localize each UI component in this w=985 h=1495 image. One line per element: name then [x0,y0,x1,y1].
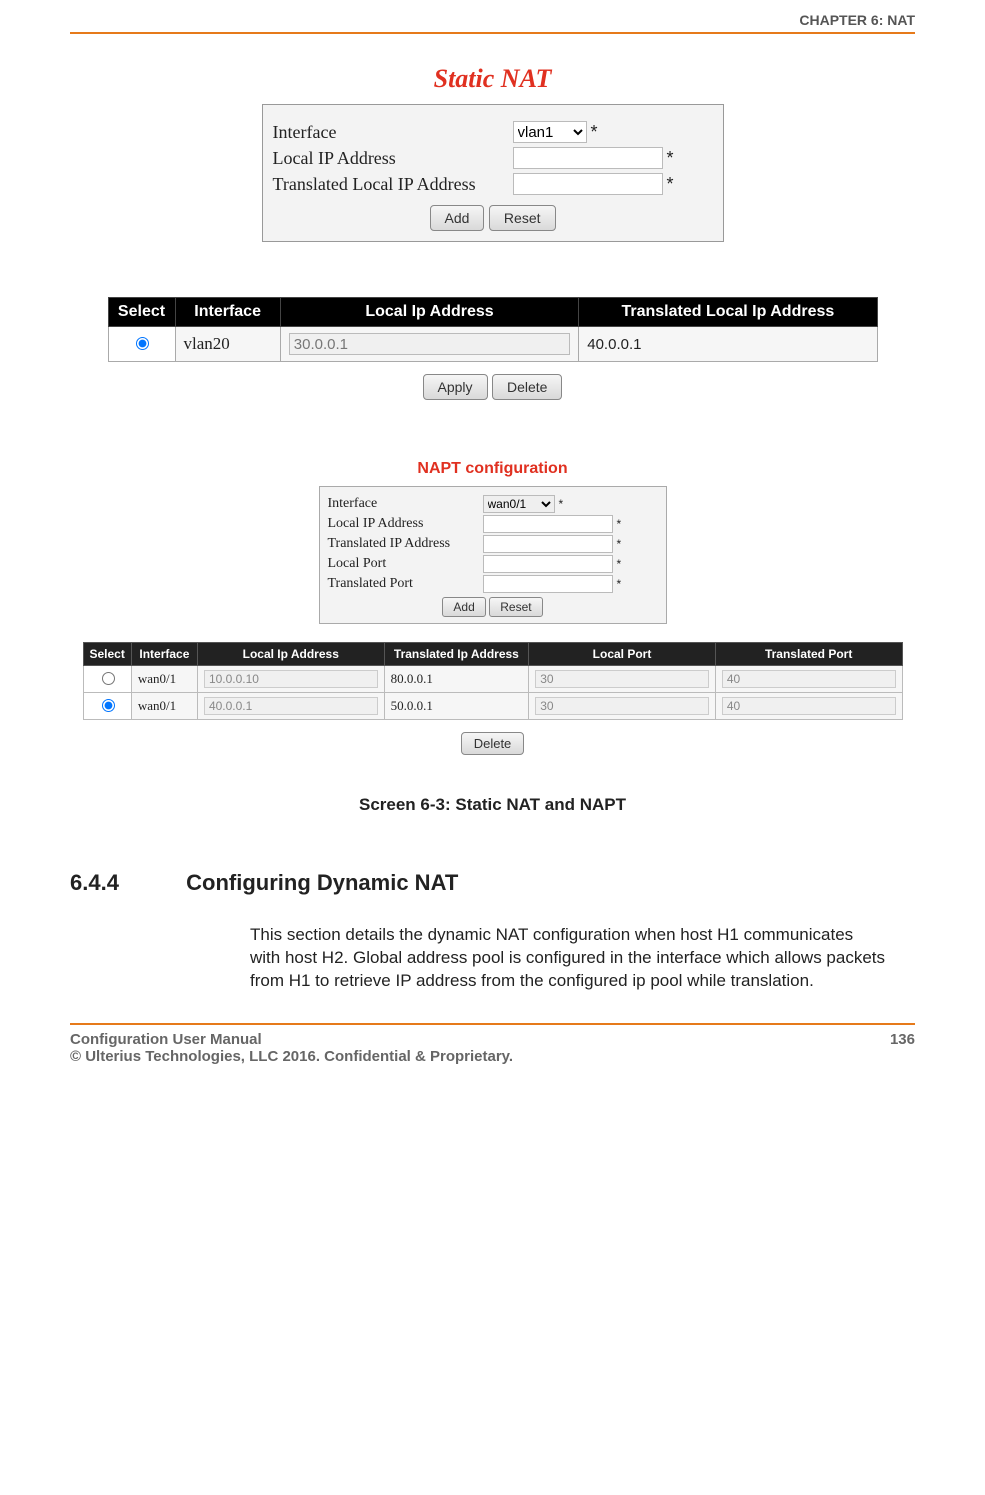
row-select-radio[interactable] [102,672,115,685]
napt-form: Interface wan0/1 * Local IP Address * Tr… [319,486,667,624]
table-row: wan0/1 50.0.0.1 [83,693,902,720]
static-nat-table: Select Interface Local Ip Address Transl… [108,297,878,362]
napt-title: NAPT configuration [70,460,915,478]
cell-interface: wan0/1 [131,693,197,720]
napt-translatedip-input[interactable] [483,535,613,553]
static-nat-title: Static NAT [70,64,915,94]
footer-title: Configuration User Manual [70,1031,513,1048]
napt-col-interface: Interface [131,643,197,666]
napt-localip-label: Local IP Address [328,516,483,532]
cell-interface: wan0/1 [131,666,197,693]
static-translatedip-input[interactable] [513,173,663,195]
static-localip-input[interactable] [513,147,663,169]
row-select-radio[interactable] [136,337,149,350]
bottom-divider [70,1023,915,1025]
napt-reset-button[interactable]: Reset [489,597,542,617]
cell-translatedport[interactable] [722,670,896,688]
chapter-header: CHAPTER 6: NAT [70,12,915,28]
static-interface-label: Interface [273,122,513,143]
napt-interface-select[interactable]: wan0/1 [483,495,555,513]
table-row: wan0/1 80.0.0.1 [83,666,902,693]
table-row: vlan20 40.0.0.1 [108,327,877,362]
static-col-select: Select [108,298,175,327]
cell-localip[interactable] [204,670,378,688]
top-divider [70,32,915,34]
static-translatedip-label: Translated Local IP Address [273,174,513,195]
section-body: This section details the dynamic NAT con… [250,924,885,993]
napt-delete-button[interactable]: Delete [461,732,525,755]
napt-localport-label: Local Port [328,556,483,572]
napt-translatedip-label: Translated IP Address [328,536,483,552]
footer-page-number: 136 [890,1031,915,1065]
footer-copyright: © Ulterius Technologies, LLC 2016. Confi… [70,1048,513,1065]
required-mark: * [617,557,622,571]
cell-localip[interactable] [289,333,570,355]
napt-localip-input[interactable] [483,515,613,533]
figure-caption: Screen 6-3: Static NAT and NAPT [70,795,915,815]
napt-col-translatedport: Translated Port [715,643,902,666]
napt-col-translatedip: Translated Ip Address [384,643,529,666]
section-title: Configuring Dynamic NAT [186,870,458,895]
static-col-interface: Interface [175,298,280,327]
static-col-localip: Local Ip Address [280,298,578,327]
section-number: 6.4.4 [70,870,180,896]
napt-col-localport: Local Port [529,643,716,666]
cell-translatedport[interactable] [722,697,896,715]
cell-translatedip: 40.0.0.1 [579,327,877,362]
static-localip-label: Local IP Address [273,148,513,169]
cell-localip[interactable] [204,697,378,715]
required-mark: * [591,122,598,143]
cell-localport[interactable] [535,697,709,715]
napt-localport-input[interactable] [483,555,613,573]
cell-translatedip: 50.0.0.1 [384,693,529,720]
napt-translatedport-label: Translated Port [328,576,483,592]
row-select-radio[interactable] [102,699,115,712]
napt-col-localip: Local Ip Address [197,643,384,666]
static-interface-select[interactable]: vlan1 [513,121,587,143]
cell-localport[interactable] [535,670,709,688]
static-col-translatedip: Translated Local Ip Address [579,298,877,327]
section-heading: 6.4.4 Configuring Dynamic NAT [70,870,915,896]
cell-interface: vlan20 [175,327,280,362]
napt-table: Select Interface Local Ip Address Transl… [83,642,903,720]
required-mark: * [617,517,622,531]
required-mark: * [667,174,674,195]
cell-translatedip: 80.0.0.1 [384,666,529,693]
static-delete-button[interactable]: Delete [492,374,562,400]
napt-interface-label: Interface [328,496,483,512]
static-reset-button[interactable]: Reset [489,205,556,231]
required-mark: * [617,537,622,551]
required-mark: * [667,148,674,169]
napt-add-button[interactable]: Add [442,597,485,617]
required-mark: * [559,497,564,511]
required-mark: * [617,577,622,591]
static-nat-form: Interface vlan1 * Local IP Address * Tra… [262,104,724,242]
napt-col-select: Select [83,643,131,666]
page-footer: Configuration User Manual © Ulterius Tec… [70,1031,915,1065]
napt-translatedport-input[interactable] [483,575,613,593]
static-apply-button[interactable]: Apply [423,374,488,400]
static-add-button[interactable]: Add [430,205,485,231]
